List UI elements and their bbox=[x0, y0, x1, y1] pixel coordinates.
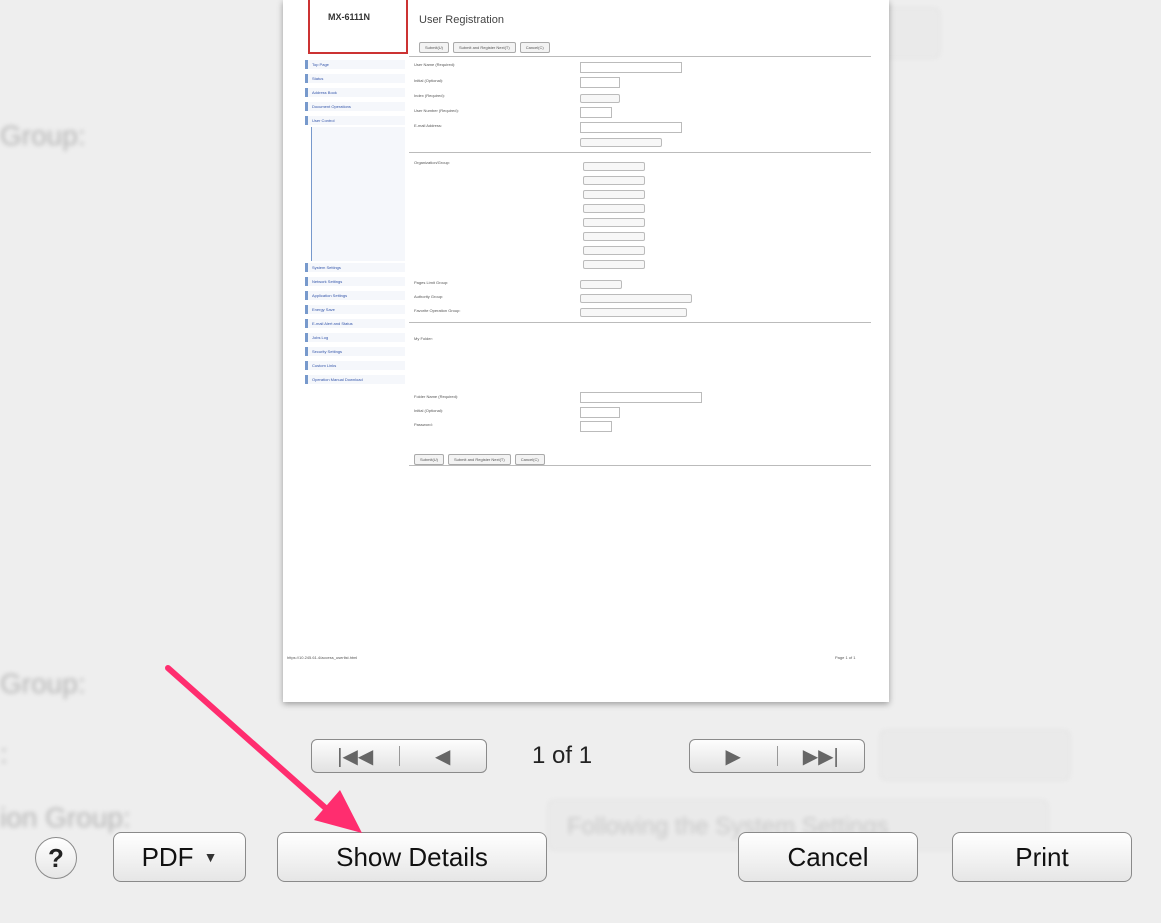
pdf-label: PDF bbox=[141, 841, 194, 872]
preview-field-label: Organization/Group: bbox=[414, 160, 451, 165]
preview-nav-item: Address Book bbox=[305, 88, 405, 97]
preview-select bbox=[580, 280, 622, 289]
preview-field-label: Folder Name (Required): bbox=[414, 394, 459, 399]
preview-submit-button: Submit(U) bbox=[419, 42, 450, 53]
show-details-button[interactable]: Show Details bbox=[277, 832, 547, 882]
preview-field-label: Favorite Operation Group: bbox=[414, 308, 461, 313]
preview-cancel-button: Cancel(C) bbox=[514, 454, 545, 465]
preview-field-label: User Number (Required): bbox=[414, 108, 459, 113]
preview-field-label: E-mail Address: bbox=[414, 123, 443, 128]
preview-nav-item: E-mail Alert and Status bbox=[305, 319, 405, 328]
preview-nav-item: Jobs Log bbox=[305, 333, 405, 342]
first-page-button[interactable]: |◀◀ bbox=[312, 740, 399, 772]
preview-nav-item: Network Settings bbox=[305, 277, 405, 286]
preview-cancel-button: Cancel(C) bbox=[519, 42, 550, 53]
preview-field-label: Password: bbox=[414, 422, 433, 427]
preview-field-label: Index (Required): bbox=[414, 93, 445, 98]
preview-input bbox=[580, 122, 682, 133]
preview-input bbox=[580, 107, 612, 118]
help-button[interactable]: ? bbox=[35, 837, 77, 879]
preview-select bbox=[583, 162, 645, 171]
preview-select bbox=[583, 190, 645, 199]
bg-group-label: Group: bbox=[0, 120, 86, 151]
preview-field-label: User Name (Required): bbox=[414, 62, 456, 67]
preview-field-label: Authority Group: bbox=[414, 294, 444, 299]
preview-nav-item: Status bbox=[305, 74, 405, 83]
preview-select bbox=[580, 94, 620, 103]
preview-nav-item: System Settings bbox=[305, 263, 405, 272]
preview-nav-item: Operation Manual Download bbox=[305, 375, 405, 384]
preview-title: User Registration bbox=[419, 14, 504, 26]
last-page-button[interactable]: ▶▶| bbox=[778, 740, 865, 772]
previous-page-button[interactable]: ◀ bbox=[400, 740, 487, 772]
next-page-icon: ▶ bbox=[725, 745, 741, 768]
preview-nav-item: Top Page bbox=[305, 60, 405, 69]
pdf-menu-button[interactable]: PDF ▼ bbox=[113, 832, 246, 882]
previous-page-icon: ◀ bbox=[435, 745, 451, 768]
preview-select bbox=[580, 294, 692, 303]
preview-field-label: Pages Limit Group: bbox=[414, 280, 449, 285]
preview-select bbox=[583, 218, 645, 227]
preview-select bbox=[583, 176, 645, 185]
preview-divider bbox=[409, 152, 871, 153]
preview-input bbox=[580, 62, 682, 73]
page-forward-control: ▶ ▶▶| bbox=[689, 739, 865, 773]
preview-footer-url: https://10.245.61.4/access_userlist.html bbox=[287, 655, 358, 660]
preview-field-label: Initial (Optional): bbox=[414, 78, 444, 83]
preview-input bbox=[580, 421, 612, 432]
preview-select bbox=[580, 138, 662, 147]
preview-nav-subitems bbox=[311, 127, 405, 261]
preview-nav-item: User Control bbox=[305, 116, 405, 125]
preview-input bbox=[580, 392, 702, 403]
preview-nav-item: Energy Save bbox=[305, 305, 405, 314]
print-button[interactable]: Print bbox=[952, 832, 1132, 882]
preview-select bbox=[583, 232, 645, 241]
preview-sidebar: Top Page Status Address Book Document Op… bbox=[305, 60, 405, 389]
preview-nav-item: Security Settings bbox=[305, 347, 405, 356]
bg-group-label-2: Group: bbox=[0, 668, 86, 699]
preview-nav-item: Application Settings bbox=[305, 291, 405, 300]
print-preview-page: MX-6111N User Registration Submit(U) Sub… bbox=[283, 0, 889, 702]
help-icon: ? bbox=[48, 842, 64, 873]
next-page-button[interactable]: ▶ bbox=[690, 740, 777, 772]
preview-divider bbox=[409, 322, 871, 323]
preview-select bbox=[580, 308, 687, 317]
preview-divider bbox=[409, 56, 871, 57]
preview-input bbox=[580, 77, 620, 88]
preview-submit-next-button: Submit and Register Next(T) bbox=[448, 454, 511, 465]
preview-submit-button: Submit(U) bbox=[414, 454, 445, 465]
page-back-control: |◀◀ ◀ bbox=[311, 739, 487, 773]
preview-select bbox=[583, 246, 645, 255]
preview-nav-item: Custom Links bbox=[305, 361, 405, 370]
preview-submit-next-button: Submit and Register Next(T) bbox=[453, 42, 516, 53]
preview-select bbox=[583, 204, 645, 213]
preview-logo-text: MX-6111N bbox=[328, 12, 371, 22]
preview-logo: MX-6111N bbox=[308, 0, 408, 54]
bg-select bbox=[880, 730, 1070, 780]
preview-select bbox=[583, 260, 645, 269]
last-page-icon: ▶▶| bbox=[802, 745, 839, 768]
dropdown-caret-icon: ▼ bbox=[203, 849, 218, 865]
bg-colon-label: : bbox=[0, 738, 8, 769]
preview-input bbox=[580, 407, 620, 418]
preview-button-row: Submit(U) Submit and Register Next(T) Ca… bbox=[419, 42, 550, 53]
preview-footer-page: Page 1 of 1 bbox=[835, 655, 856, 660]
bg-button bbox=[880, 8, 940, 58]
cancel-button[interactable]: Cancel bbox=[738, 832, 918, 882]
page-count: 1 of 1 bbox=[532, 742, 593, 769]
preview-nav-item: Document Operations bbox=[305, 102, 405, 111]
first-page-icon: |◀◀ bbox=[337, 745, 374, 768]
preview-field-label: My Folder: bbox=[414, 336, 433, 341]
preview-divider bbox=[409, 465, 871, 466]
bg-operation-group-label: ion Group: bbox=[0, 802, 131, 833]
preview-button-row-bottom: Submit(U) Submit and Register Next(T) Ca… bbox=[414, 454, 545, 465]
preview-field-label: Initial (Optional): bbox=[414, 408, 444, 413]
